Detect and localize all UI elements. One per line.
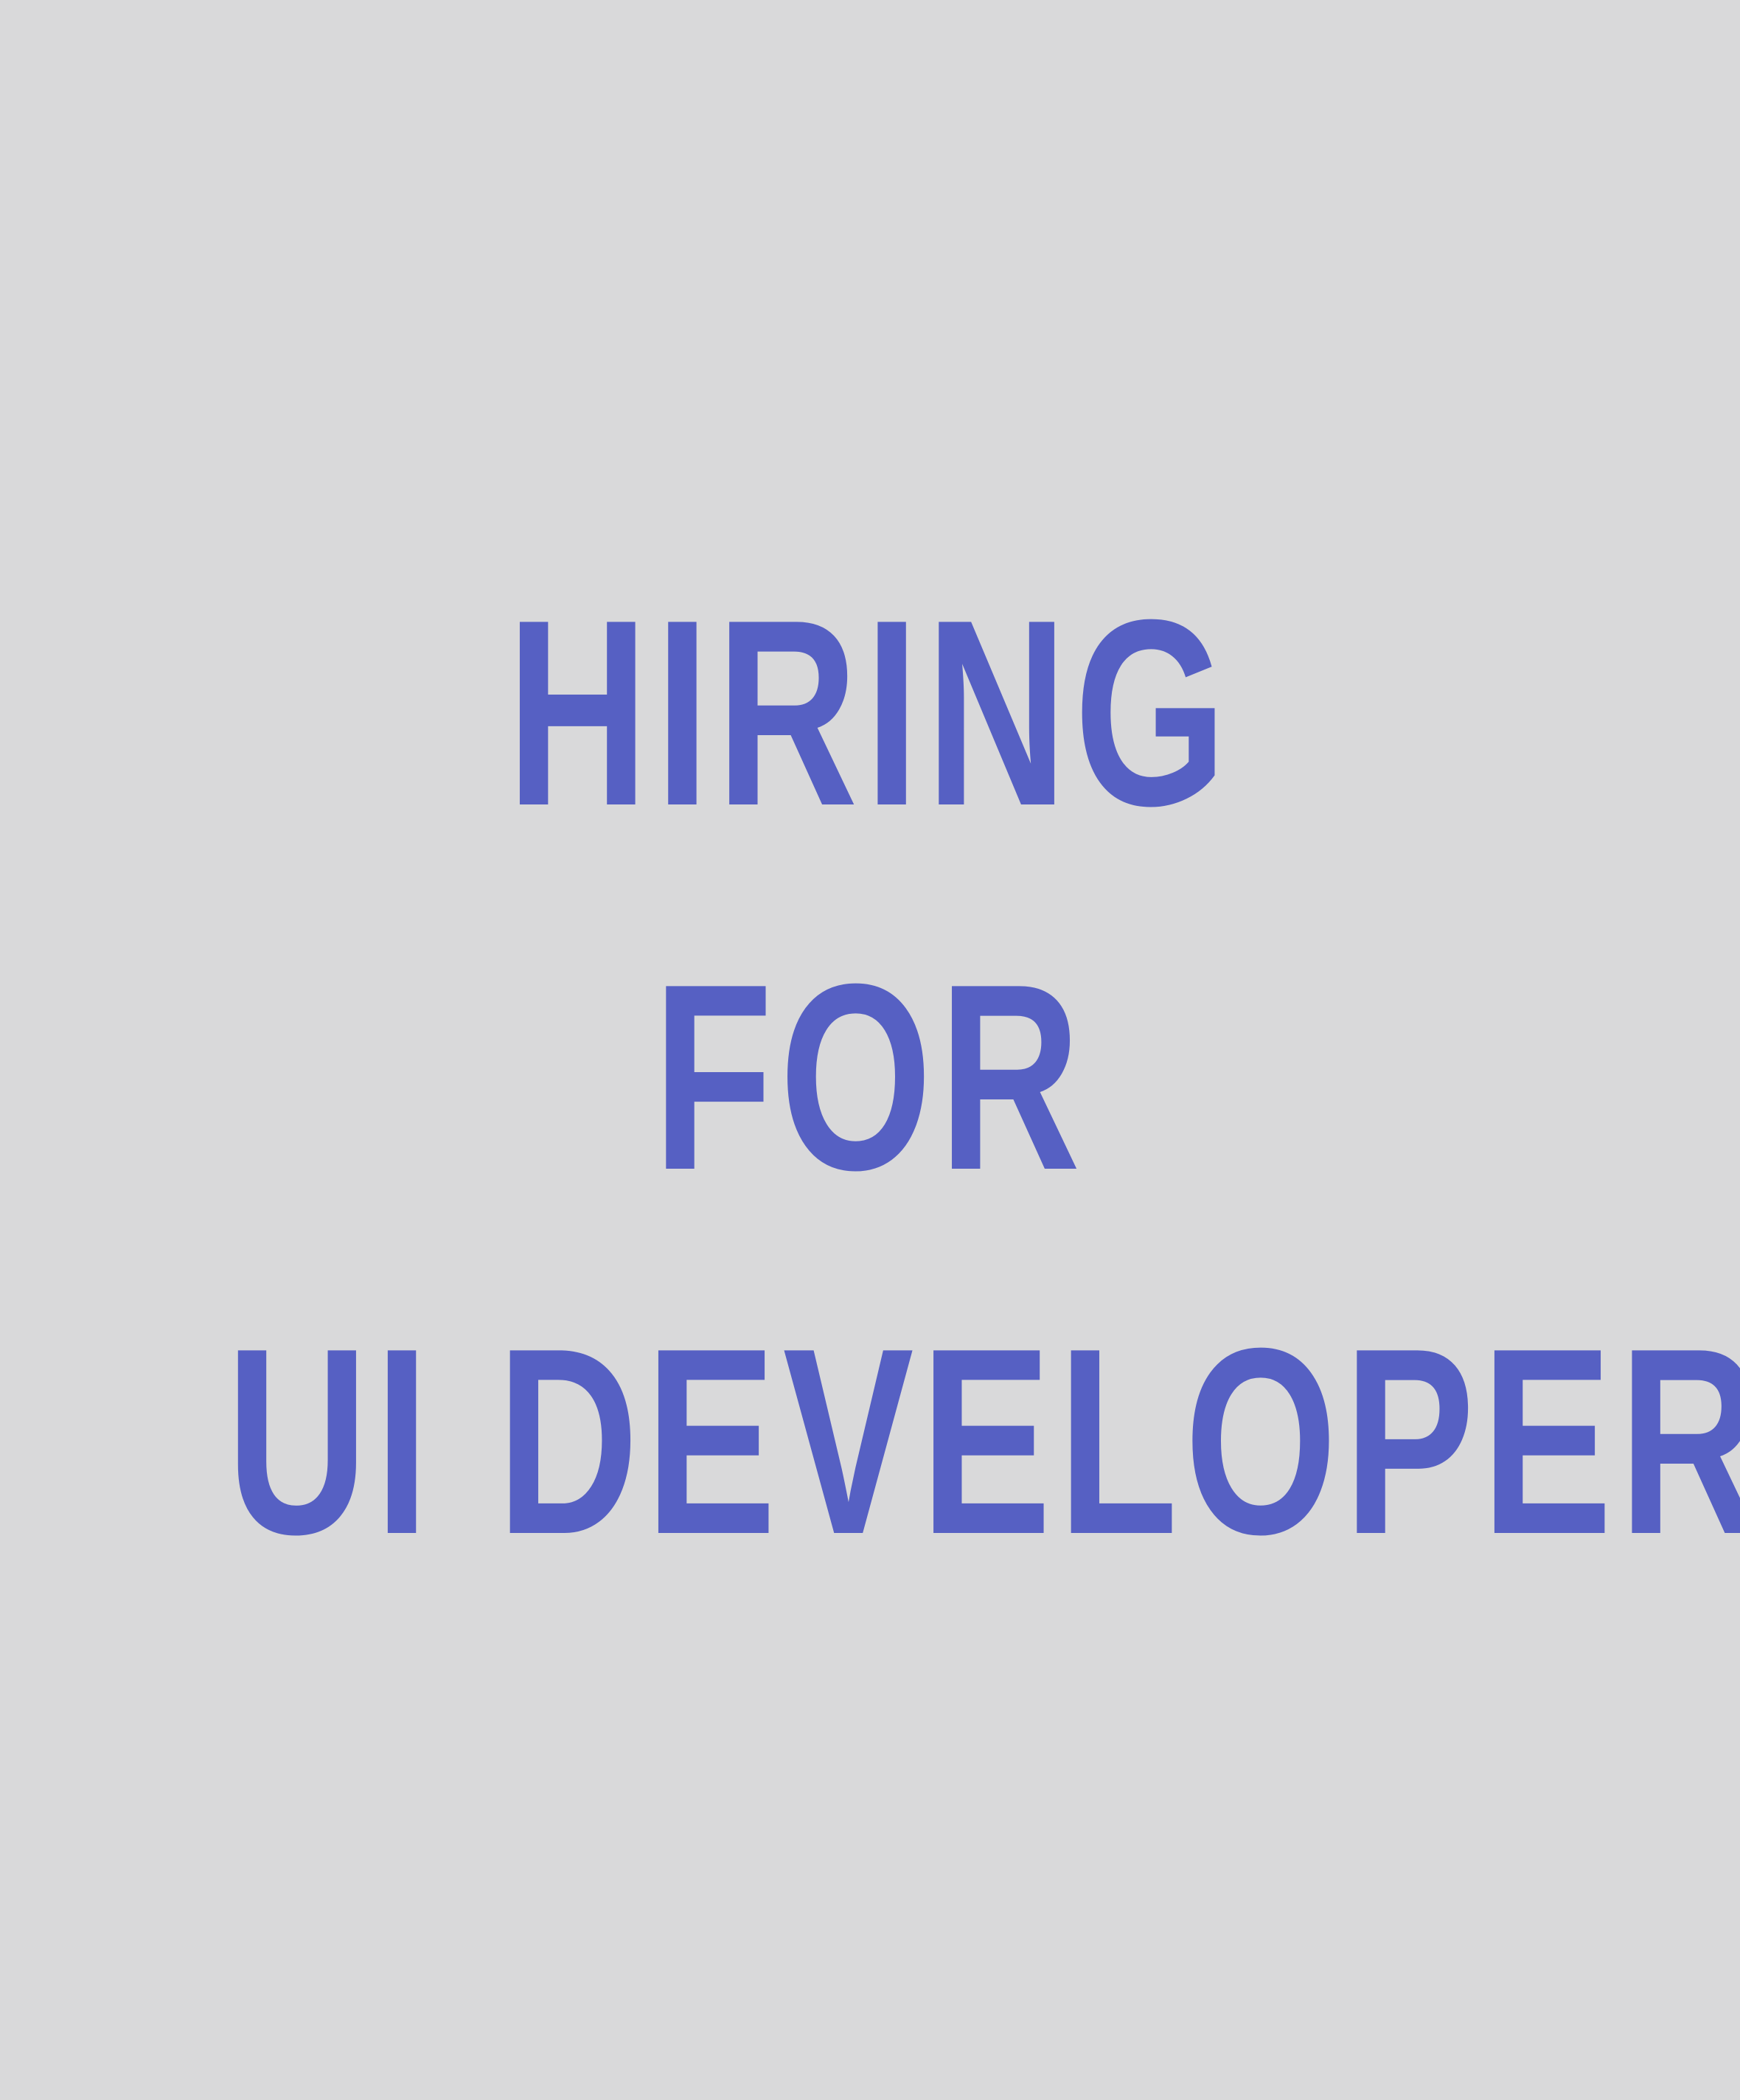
hiring-headline: HIRING FOR UI DEVELOPER xyxy=(0,531,1740,1624)
headline-line-for: FOR xyxy=(652,929,1088,1225)
headline-line-hiring: HIRING xyxy=(507,565,1233,861)
hiring-poster: HIRING FOR UI DEVELOPER xyxy=(0,0,1740,2100)
headline-line-ui-developer: UI DEVELOPER xyxy=(226,1293,1740,1590)
